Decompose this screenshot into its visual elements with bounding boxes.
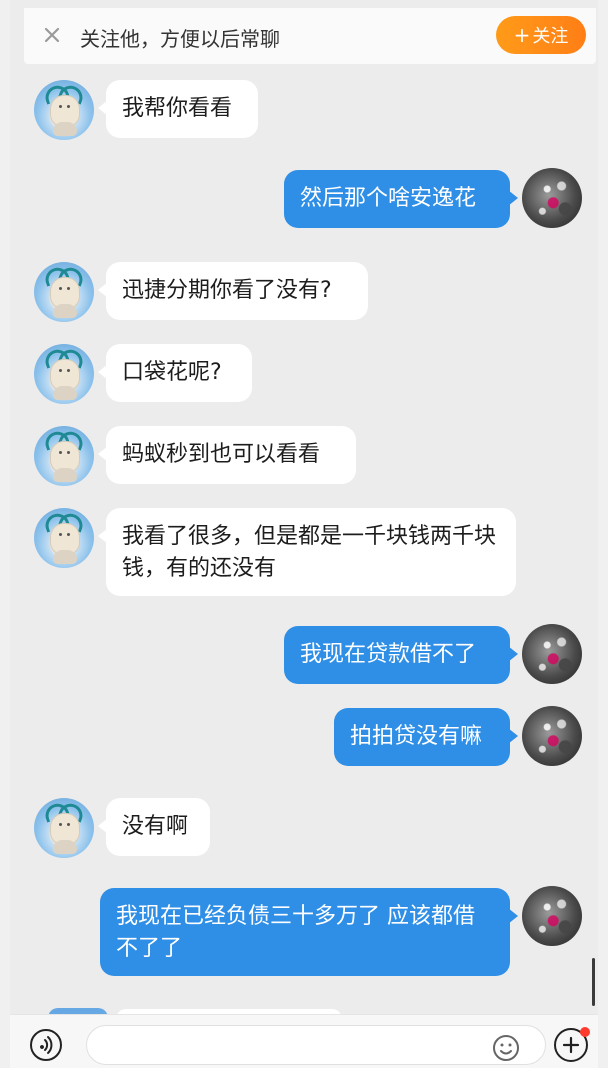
avatar-eye-right	[67, 451, 70, 454]
message-bubble-incoming[interactable]: 我看了很多，但是都是一千块钱两千块钱，有的还没有	[98, 508, 516, 596]
message-bubble-incoming[interactable]: 没有啊	[98, 798, 210, 856]
avatar-eye-right	[67, 823, 70, 826]
avatar-eye-left	[59, 369, 62, 372]
other-avatar[interactable]	[34, 798, 94, 858]
message-bubble-outgoing[interactable]: 拍拍贷没有嘛	[334, 708, 518, 766]
avatar-eye-left	[59, 823, 62, 826]
scroll-indicator[interactable]	[592, 958, 595, 1006]
avatar-eye-right	[67, 105, 70, 108]
other-avatar[interactable]	[34, 262, 94, 322]
avatar-eye-right	[67, 369, 70, 372]
close-button[interactable]	[42, 25, 62, 45]
avatar-eye-right	[67, 533, 70, 536]
message-bubble-outgoing[interactable]: 然后那个啥安逸花	[284, 170, 518, 228]
avatar-eye-left	[59, 105, 62, 108]
other-avatar[interactable]	[34, 344, 94, 404]
message-bubble-incoming[interactable]: 蚂蚁秒到也可以看看	[98, 426, 356, 484]
follow-button-label: 关注	[532, 26, 569, 47]
message-bubble-outgoing[interactable]: 我现在已经负债三十多万了 应该都借不了了	[100, 888, 518, 976]
notification-dot-icon	[580, 1027, 590, 1037]
avatar-body	[53, 468, 77, 482]
self-avatar[interactable]	[522, 624, 582, 684]
self-avatar[interactable]	[522, 706, 582, 766]
emoji-button[interactable]	[491, 1033, 521, 1063]
close-icon	[44, 27, 60, 43]
self-avatar[interactable]	[522, 168, 582, 228]
chat-screen: 关注他，方便以后常聊 + 关注 我帮你看看 然后那个啥安逸花 迅捷分期你看了没有?…	[10, 0, 598, 1068]
message-bubble-incoming[interactable]: 我帮你看看	[98, 80, 258, 138]
avatar-eye-left	[59, 451, 62, 454]
avatar-body	[53, 304, 77, 318]
avatar-body	[53, 386, 77, 400]
message-composer	[10, 1014, 598, 1068]
avatar-eye-left	[59, 533, 62, 536]
other-avatar[interactable]	[34, 80, 94, 140]
message-input[interactable]	[86, 1025, 546, 1065]
follow-plus-icon: +	[513, 23, 531, 47]
follow-tip-text: 关注他，方便以后常聊	[80, 27, 280, 51]
voice-icon	[40, 1036, 53, 1054]
follow-prompt-bar: 关注他，方便以后常聊 + 关注	[24, 8, 596, 64]
other-avatar[interactable]	[34, 508, 94, 568]
avatar-eye-left	[59, 287, 62, 290]
avatar-body	[53, 550, 77, 564]
voice-button[interactable]	[30, 1029, 62, 1061]
avatar-eye-right	[67, 287, 70, 290]
emoji-icon	[493, 1035, 519, 1061]
avatar-body	[53, 122, 77, 136]
follow-button[interactable]: + 关注	[496, 16, 586, 54]
message-bubble-incoming[interactable]: 迅捷分期你看了没有?	[98, 262, 368, 320]
other-avatar[interactable]	[34, 426, 94, 486]
message-bubble-incoming[interactable]: 口袋花呢?	[98, 344, 252, 402]
message-bubble-outgoing[interactable]: 我现在贷款借不了	[284, 626, 518, 684]
self-avatar[interactable]	[522, 886, 582, 946]
avatar-body	[53, 840, 77, 854]
